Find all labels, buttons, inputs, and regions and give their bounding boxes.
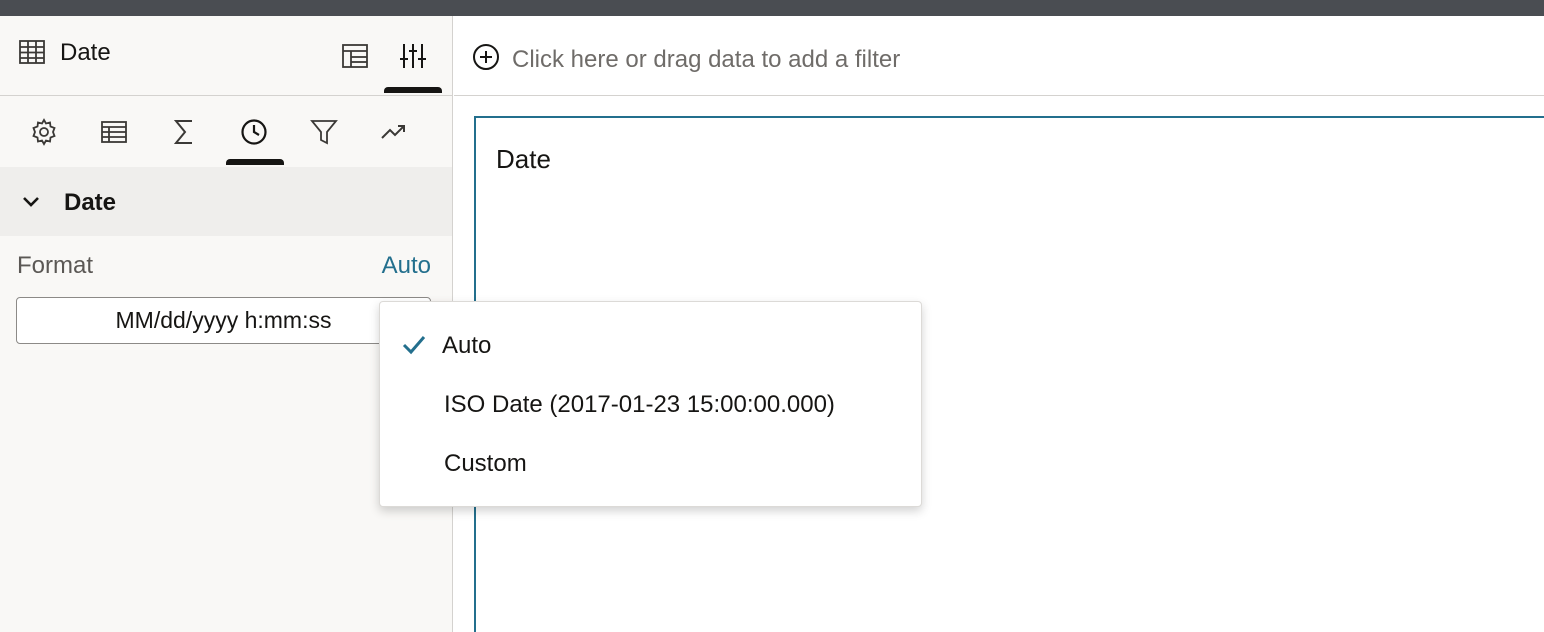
menu-item-iso-date[interactable]: ISO Date (2017-01-23 15:00:00.000) xyxy=(380,377,921,433)
chevron-down-icon xyxy=(23,197,39,207)
checkmark-icon xyxy=(402,336,426,355)
tab-values[interactable] xyxy=(84,97,144,167)
menu-item-label: ISO Date (2017-01-23 15:00:00.000) xyxy=(444,391,835,418)
add-circle-icon xyxy=(473,44,499,70)
tab-filters[interactable] xyxy=(294,97,354,167)
filter-bar[interactable]: Click here or drag data to add a filter xyxy=(454,16,1544,96)
sigma-icon xyxy=(173,120,192,144)
header-active-indicator xyxy=(384,87,442,93)
tab-date-time[interactable] xyxy=(224,97,284,167)
format-field[interactable]: MM/dd/yyyy h:mm:ss xyxy=(16,297,431,344)
table-icon xyxy=(19,40,45,64)
tab-active-indicator xyxy=(226,159,284,165)
gear-icon xyxy=(32,118,56,146)
clock-icon xyxy=(241,119,267,145)
menu-item-label: Auto xyxy=(442,332,492,359)
format-menu: Auto ISO Date (2017-01-23 15:00:00.000) … xyxy=(379,301,922,507)
properties-button[interactable] xyxy=(392,36,434,76)
section-label: Date xyxy=(64,189,117,216)
sliders-icon xyxy=(400,44,426,68)
trend-icon xyxy=(381,125,405,139)
tab-analytics[interactable] xyxy=(364,97,424,167)
top-bar xyxy=(0,0,1544,16)
menu-item-custom[interactable]: Custom xyxy=(380,436,921,492)
menu-item-label: Custom xyxy=(444,450,527,477)
panel-title: Date xyxy=(60,39,111,66)
layout-icon xyxy=(342,44,368,68)
tab-general[interactable] xyxy=(14,97,74,167)
menu-item-auto[interactable]: Auto xyxy=(380,318,921,374)
filter-icon xyxy=(310,120,338,145)
section-header-date[interactable]: Date xyxy=(0,167,452,236)
table-icon xyxy=(101,121,127,143)
format-label: Format xyxy=(17,252,94,279)
format-dropdown-trigger[interactable]: Auto xyxy=(382,251,431,281)
layout-button[interactable] xyxy=(334,36,376,76)
panel-header: Date xyxy=(0,16,452,96)
filter-placeholder: Click here or drag data to add a filter xyxy=(512,46,901,73)
tab-aggregation[interactable] xyxy=(154,97,214,167)
property-tabs xyxy=(0,97,452,167)
visualization-title: Date xyxy=(496,144,551,174)
